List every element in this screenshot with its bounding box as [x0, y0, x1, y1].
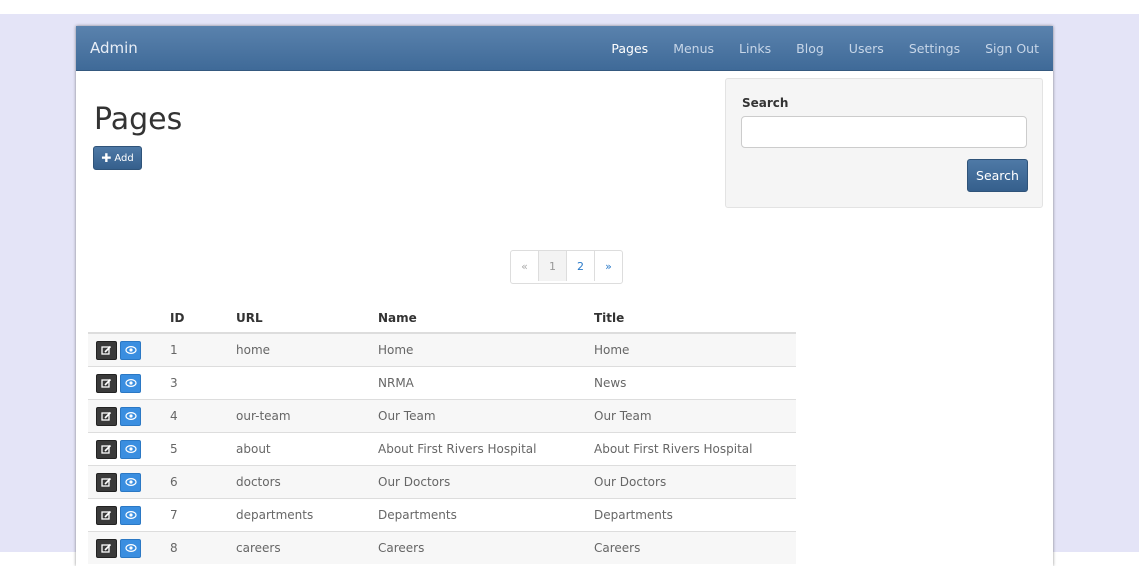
edit-icon[interactable]: [96, 538, 117, 558]
add-button-label: Add: [114, 152, 134, 164]
header-name[interactable]: Name: [378, 304, 594, 334]
cell-title: Departments: [594, 498, 796, 532]
cell-name: Departments: [378, 498, 594, 532]
table-row: 4 our-team Our Team Our Team: [88, 399, 796, 433]
cell-url: our-team: [236, 399, 378, 433]
nav-sign-out[interactable]: Sign Out: [985, 41, 1039, 56]
edit-icon[interactable]: [96, 439, 117, 459]
cell-title: Careers: [594, 531, 796, 564]
header-id[interactable]: ID: [170, 304, 236, 334]
cell-id: 8: [170, 531, 236, 564]
brand[interactable]: Admin: [90, 39, 138, 57]
cell-id: 4: [170, 399, 236, 433]
cell-id: 7: [170, 498, 236, 532]
nav-settings[interactable]: Settings: [909, 41, 960, 56]
eye-icon[interactable]: [120, 373, 141, 393]
cell-id: 6: [170, 465, 236, 499]
cell-url: departments: [236, 498, 378, 532]
pagination: « 1 2 »: [510, 250, 623, 284]
eye-icon[interactable]: [120, 505, 141, 525]
cell-url: careers: [236, 531, 378, 564]
pagination-page-1[interactable]: 1: [539, 251, 567, 281]
row-actions: [88, 465, 170, 499]
nav-users[interactable]: Users: [849, 41, 884, 56]
nav-menu: Pages Menus Links Blog Users Settings Si…: [611, 26, 1039, 70]
edit-icon[interactable]: [96, 340, 117, 360]
cell-id: 3: [170, 366, 236, 400]
table-row: 1 home Home Home: [88, 332, 796, 367]
cell-url: about: [236, 432, 378, 466]
search-label: Search: [742, 96, 789, 110]
cell-name: About First Rivers Hospital: [378, 432, 594, 466]
cell-name: Home: [378, 332, 594, 367]
pagination-prev[interactable]: «: [511, 251, 539, 281]
pages-table: ID URL Name Title 1 home Home Home 3 NRMA News…: [88, 304, 796, 564]
header-actions: [88, 304, 170, 334]
edit-icon[interactable]: [96, 505, 117, 525]
nav-menus[interactable]: Menus: [673, 41, 714, 56]
cell-id: 5: [170, 432, 236, 466]
cell-title: Home: [594, 332, 796, 367]
edit-icon[interactable]: [96, 406, 117, 426]
nav-links[interactable]: Links: [739, 41, 771, 56]
eye-icon[interactable]: [120, 406, 141, 426]
nav-blog[interactable]: Blog: [796, 41, 824, 56]
table-header-row: ID URL Name Title: [88, 304, 796, 334]
search-input[interactable]: [741, 116, 1027, 148]
cell-title: Our Doctors: [594, 465, 796, 499]
header-url[interactable]: URL: [236, 304, 378, 334]
cell-name: Our Team: [378, 399, 594, 433]
table-row: 7 departments Departments Departments: [88, 498, 796, 532]
row-actions: [88, 332, 170, 367]
row-actions: [88, 531, 170, 564]
table-row: 8 careers Careers Careers: [88, 531, 796, 564]
plus-icon: ✚: [101, 151, 112, 165]
search-panel: Search Search: [725, 78, 1043, 208]
cell-url: doctors: [236, 465, 378, 499]
search-button[interactable]: Search: [967, 159, 1028, 192]
cell-name: Our Doctors: [378, 465, 594, 499]
edit-icon[interactable]: [96, 472, 117, 492]
eye-icon[interactable]: [120, 439, 141, 459]
row-actions: [88, 399, 170, 433]
row-actions: [88, 498, 170, 532]
cell-title: News: [594, 366, 796, 400]
cell-url: home: [236, 332, 378, 367]
cell-id: 1: [170, 332, 236, 367]
nav-pages[interactable]: Pages: [611, 41, 648, 56]
eye-icon[interactable]: [120, 538, 141, 558]
cell-name: Careers: [378, 531, 594, 564]
cell-name: NRMA: [378, 366, 594, 400]
cell-url: [236, 366, 378, 400]
edit-icon[interactable]: [96, 373, 117, 393]
top-navbar: Admin Pages Menus Links Blog Users Setti…: [76, 26, 1053, 71]
page-title: Pages: [94, 102, 183, 137]
pagination-page-2[interactable]: 2: [567, 251, 595, 281]
table-row: 6 doctors Our Doctors Our Doctors: [88, 465, 796, 499]
eye-icon[interactable]: [120, 472, 141, 492]
eye-icon[interactable]: [120, 340, 141, 360]
pagination-next[interactable]: »: [595, 251, 622, 281]
header-title[interactable]: Title: [594, 304, 796, 334]
cell-title: About First Rivers Hospital: [594, 432, 796, 466]
admin-panel: Admin Pages Menus Links Blog Users Setti…: [76, 26, 1053, 566]
table-row: 3 NRMA News: [88, 366, 796, 400]
row-actions: [88, 432, 170, 466]
table-row: 5 about About First Rivers Hospital About F…: [88, 432, 796, 466]
cell-title: Our Team: [594, 399, 796, 433]
add-page-button[interactable]: ✚ Add: [93, 146, 142, 170]
row-actions: [88, 366, 170, 400]
